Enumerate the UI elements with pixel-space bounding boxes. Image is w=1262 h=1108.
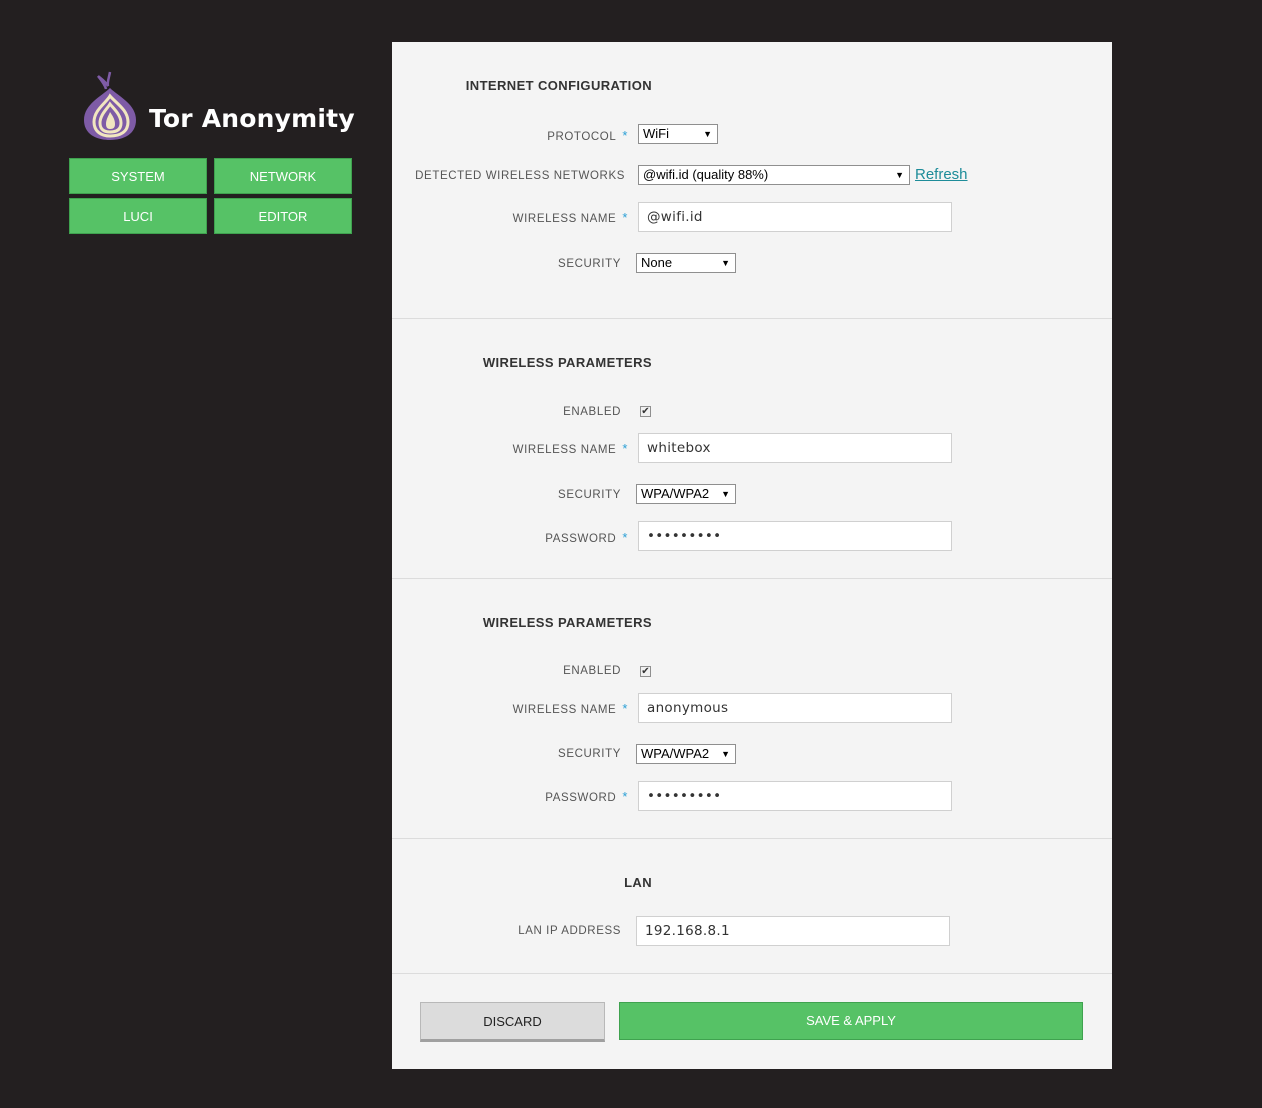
security-label: SECURITY (558, 489, 621, 501)
wireless2-password-input[interactable]: ••••••••• (638, 781, 952, 811)
wireless1-name-input[interactable]: whitebox (638, 433, 952, 463)
nav-system-button[interactable]: SYSTEM (69, 158, 207, 194)
enabled-checkbox[interactable]: ✔ (640, 406, 651, 417)
required-marker: * (622, 789, 628, 804)
wireless-params-title: WIRELESS PARAMETERS (482, 615, 652, 630)
nav-editor-button[interactable]: EDITOR (214, 198, 352, 234)
chevron-down-icon: ▼ (721, 489, 730, 499)
enabled-checkbox[interactable]: ✔ (640, 666, 651, 677)
brand-title: Tor Anonymity (149, 104, 355, 133)
enabled-label: ENABLED (563, 406, 621, 418)
wireless-name-label: WIRELESS NAME * (512, 701, 628, 716)
required-marker: * (622, 128, 628, 143)
chevron-down-icon: ▼ (721, 258, 730, 268)
detected-networks-select[interactable]: @wifi.id (quality 88%) ▼ (638, 165, 910, 185)
internet-config-title: INTERNET CONFIGURATION (465, 78, 652, 93)
nav-luci-button[interactable]: LUCI (69, 198, 207, 234)
lan-ip-label: LAN IP ADDRESS (518, 925, 621, 937)
wireless-name-label: WIRELESS NAME * (512, 210, 628, 225)
brand-logo (80, 70, 140, 142)
section-divider (392, 318, 1112, 319)
discard-button[interactable]: DISCARD (420, 1002, 605, 1042)
nav-network-button[interactable]: NETWORK (214, 158, 352, 194)
protocol-label: PROTOCOL * (547, 128, 628, 143)
enabled-label: ENABLED (563, 665, 621, 677)
security-label: SECURITY (558, 258, 621, 270)
protocol-select[interactable]: WiFi ▼ (638, 124, 718, 144)
lan-title: LAN (624, 875, 652, 890)
required-marker: * (622, 701, 628, 716)
internet-wireless-name-input[interactable]: @wifi.id (638, 202, 952, 232)
chevron-down-icon: ▼ (895, 170, 904, 180)
tor-onion-icon (84, 71, 136, 140)
wireless2-security-select[interactable]: WPA/WPA2 ▼ (636, 744, 736, 764)
internet-security-select[interactable]: None ▼ (636, 253, 736, 273)
section-divider (392, 973, 1112, 974)
chevron-down-icon: ▼ (703, 129, 712, 139)
required-marker: * (622, 530, 628, 545)
detected-networks-label: DETECTED WIRELESS NETWORKS (415, 170, 625, 182)
section-divider (392, 578, 1112, 579)
save-apply-button[interactable]: SAVE & APPLY (619, 1002, 1083, 1040)
wireless2-name-input[interactable]: anonymous (638, 693, 952, 723)
wireless1-security-select[interactable]: WPA/WPA2 ▼ (636, 484, 736, 504)
required-marker: * (622, 441, 628, 456)
required-marker: * (622, 210, 628, 225)
security-label: SECURITY (558, 748, 621, 760)
password-label: PASSWORD * (545, 530, 628, 545)
wireless-params-title: WIRELESS PARAMETERS (482, 355, 652, 370)
lan-ip-input[interactable]: 192.168.8.1 (636, 916, 950, 946)
refresh-link[interactable]: Refresh (915, 166, 968, 183)
settings-panel: INTERNET CONFIGURATION PROTOCOL * WiFi ▼ D… (392, 42, 1112, 1069)
section-divider (392, 838, 1112, 839)
chevron-down-icon: ▼ (721, 749, 730, 759)
wireless1-password-input[interactable]: ••••••••• (638, 521, 952, 551)
password-label: PASSWORD * (545, 789, 628, 804)
wireless-name-label: WIRELESS NAME * (512, 441, 628, 456)
